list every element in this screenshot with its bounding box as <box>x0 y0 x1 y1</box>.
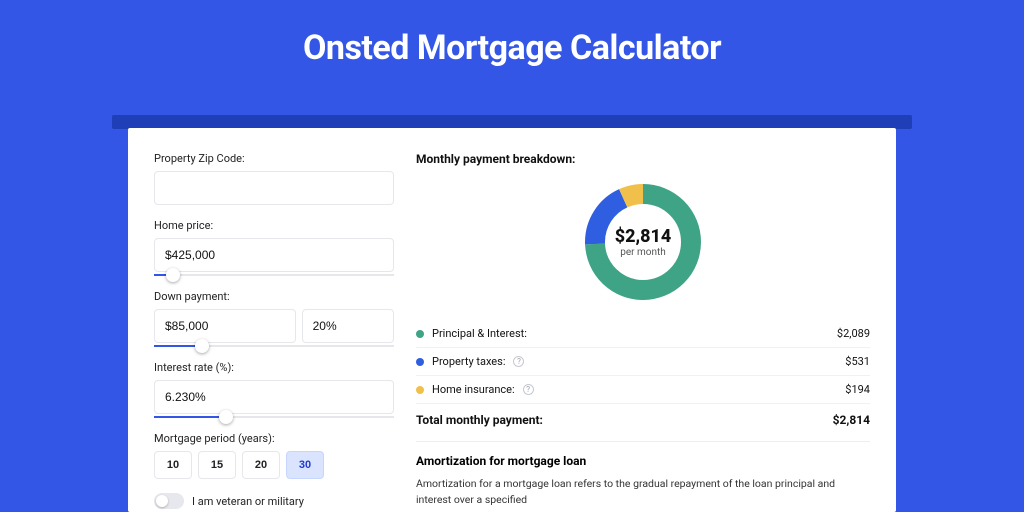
legend-value: $194 <box>845 383 870 396</box>
period-field: Mortgage period (years): 10 15 20 30 <box>154 432 394 479</box>
total-value: $2,814 <box>833 413 870 427</box>
period-option-20[interactable]: 20 <box>242 451 280 479</box>
zip-input[interactable] <box>154 171 394 205</box>
zip-field: Property Zip Code: <box>154 152 394 205</box>
interest-rate-label: Interest rate (%): <box>154 361 394 374</box>
period-option-30[interactable]: 30 <box>286 451 324 479</box>
legend-label: Home insurance: <box>432 383 515 396</box>
calculator-card: Property Zip Code: Home price: Down paym… <box>128 128 896 512</box>
veteran-toggle[interactable] <box>154 493 184 509</box>
section-divider <box>416 441 870 442</box>
legend-label: Principal & Interest: <box>432 327 527 340</box>
slider-thumb[interactable] <box>166 268 180 282</box>
page-title: Onsted Mortgage Calculator <box>0 0 1024 84</box>
slider-thumb[interactable] <box>219 410 233 424</box>
legend-value: $531 <box>845 355 870 368</box>
period-option-15[interactable]: 15 <box>198 451 236 479</box>
slider-fill <box>154 416 226 418</box>
amortization-text: Amortization for a mortgage loan refers … <box>416 476 870 508</box>
donut-chart-wrap: $2,814 per month <box>416 176 870 320</box>
interest-rate-slider[interactable] <box>154 416 394 418</box>
home-price-label: Home price: <box>154 219 394 232</box>
info-icon[interactable]: ? <box>513 356 524 367</box>
home-price-field: Home price: <box>154 219 394 276</box>
card-shadow <box>112 115 912 129</box>
interest-rate-field: Interest rate (%): <box>154 361 394 418</box>
legend-dot-icon <box>416 358 424 366</box>
amortization-title: Amortization for mortgage loan <box>416 454 870 468</box>
veteran-row: I am veteran or military <box>154 493 394 509</box>
down-payment-slider[interactable] <box>154 345 394 347</box>
legend-dot-icon <box>416 386 424 394</box>
slider-thumb[interactable] <box>195 339 209 353</box>
down-payment-field: Down payment: <box>154 290 394 347</box>
donut-sub: per month <box>620 247 666 258</box>
interest-rate-input[interactable] <box>154 380 394 414</box>
info-icon[interactable]: ? <box>523 384 534 395</box>
period-label: Mortgage period (years): <box>154 432 394 445</box>
period-option-10[interactable]: 10 <box>154 451 192 479</box>
breakdown-column: Monthly payment breakdown: $2,814 per mo… <box>416 152 870 512</box>
legend-row-insurance: Home insurance: ? $194 <box>416 376 870 404</box>
veteran-label: I am veteran or military <box>192 495 304 508</box>
down-payment-amount-input[interactable] <box>154 309 296 343</box>
donut-chart: $2,814 per month <box>581 180 705 304</box>
down-payment-label: Down payment: <box>154 290 394 303</box>
zip-label: Property Zip Code: <box>154 152 394 165</box>
legend-row-pi: Principal & Interest: $2,089 <box>416 320 870 348</box>
home-price-slider[interactable] <box>154 274 394 276</box>
inputs-column: Property Zip Code: Home price: Down paym… <box>154 152 394 512</box>
donut-center: $2,814 per month <box>581 180 705 304</box>
total-label: Total monthly payment: <box>416 413 543 427</box>
home-price-input[interactable] <box>154 238 394 272</box>
donut-amount: $2,814 <box>615 226 672 247</box>
legend-label: Property taxes: <box>432 355 505 368</box>
legend-dot-icon <box>416 330 424 338</box>
period-options: 10 15 20 30 <box>154 451 394 479</box>
down-payment-percent-input[interactable] <box>302 309 394 343</box>
total-row: Total monthly payment: $2,814 <box>416 404 870 441</box>
breakdown-title: Monthly payment breakdown: <box>416 152 870 166</box>
legend-row-taxes: Property taxes: ? $531 <box>416 348 870 376</box>
legend-value: $2,089 <box>837 327 870 340</box>
